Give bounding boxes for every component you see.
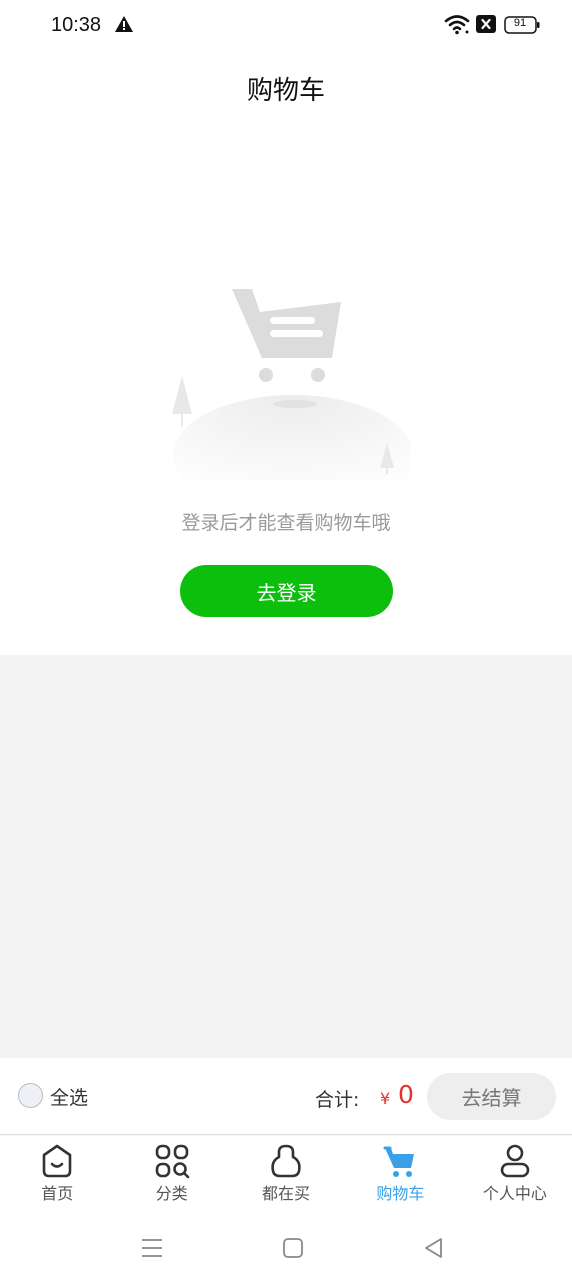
bag-icon (271, 1144, 301, 1178)
status-bar: 10:38 91 (0, 0, 572, 52)
menu-icon[interactable] (138, 1234, 166, 1262)
currency-symbol: ¥ (380, 1089, 391, 1108)
tab-label-category: 分类 (155, 1184, 188, 1203)
cart-footer: 全选 合计: ¥ 0 去结算 (0, 1058, 572, 1135)
back-icon[interactable] (420, 1234, 448, 1262)
total-amount: 0 (398, 1080, 414, 1109)
tab-profile[interactable]: 个人中心 (458, 1136, 572, 1216)
wifi-icon (444, 15, 470, 35)
tab-cart[interactable]: 购物车 (343, 1136, 457, 1216)
total-label: 合计: (315, 1089, 360, 1111)
tab-label-profile: 个人中心 (482, 1184, 547, 1203)
empty-cart-illustration (172, 289, 410, 480)
tab-category[interactable]: 分类 (114, 1136, 228, 1216)
login-prompt-text: 登录后才能查看购物车哦 (181, 512, 391, 534)
page-title: 购物车 (246, 76, 325, 106)
user-icon (500, 1144, 530, 1178)
tab-bar: 首页 分类 都在买 购物车 个人中心 (0, 1136, 572, 1216)
tab-label-cart: 购物车 (376, 1184, 425, 1203)
category-icon (155, 1144, 189, 1179)
tab-label-home: 首页 (41, 1184, 74, 1203)
tab-home[interactable]: 首页 (0, 1136, 114, 1216)
home-square-icon[interactable] (279, 1234, 307, 1262)
checkout-button[interactable]: 去结算 (427, 1073, 556, 1120)
cart-icon (383, 1146, 415, 1177)
select-all-radio[interactable] (18, 1083, 43, 1108)
battery-level: 91 (513, 17, 527, 29)
no-sim-icon (476, 15, 496, 33)
warning-icon (115, 16, 133, 32)
login-button[interactable]: 去登录 (180, 565, 393, 617)
select-all-label[interactable]: 全选 (50, 1083, 88, 1110)
cart-content-area: 10:38 91 购物车 登录后才能查看购物车哦 去登录 (0, 0, 572, 655)
system-navigation-bar (0, 1216, 572, 1280)
home-icon (42, 1144, 72, 1178)
tab-trending[interactable]: 都在买 (229, 1136, 343, 1216)
status-time: 10:38 (51, 14, 102, 36)
tab-label-trending: 都在买 (262, 1184, 311, 1203)
